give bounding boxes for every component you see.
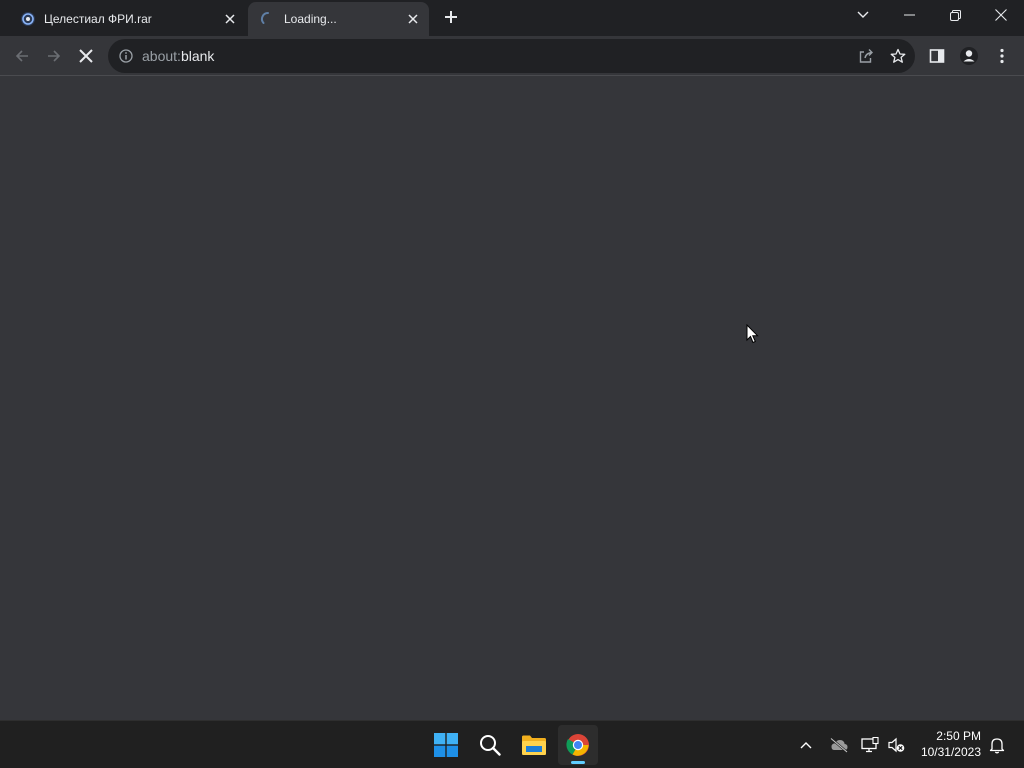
profile-icon (960, 47, 978, 65)
taskbar-clock[interactable]: 2:50 PM 10/31/2023 (921, 728, 981, 760)
address-url[interactable]: about:blank (142, 48, 214, 64)
page-content[interactable] (0, 76, 1024, 720)
volume-button[interactable] (884, 727, 908, 763)
share-icon (859, 49, 873, 63)
search-button[interactable] (470, 725, 510, 765)
volume-muted-icon (888, 737, 905, 753)
bell-icon (989, 738, 1005, 754)
share-button[interactable] (855, 45, 877, 67)
close-icon (995, 9, 1007, 21)
tab-title: Целестиал ФРИ.rar (44, 12, 152, 26)
chrome-icon (566, 734, 589, 756)
arrow-right-icon (48, 50, 61, 62)
mouse-cursor-icon (746, 324, 759, 344)
forward-button[interactable] (40, 42, 68, 70)
side-panel-icon (929, 49, 945, 63)
chevron-up-icon (800, 742, 812, 749)
show-hidden-icons-button[interactable] (794, 727, 818, 763)
close-icon (79, 49, 93, 63)
tab-close-icon[interactable] (403, 9, 423, 29)
tab-search-button[interactable] (852, 4, 874, 26)
onedrive-button[interactable] (826, 727, 852, 763)
star-icon (890, 48, 906, 63)
more-vertical-icon (1000, 48, 1004, 64)
browser-window: Целестиал ФРИ.rar Loading... about:blank (0, 0, 1024, 720)
profile-button[interactable] (955, 42, 983, 70)
loading-spinner-icon (260, 11, 276, 27)
restore-button[interactable] (932, 0, 978, 30)
close-window-button[interactable] (978, 0, 1024, 30)
file-explorer-icon (522, 735, 546, 755)
browser-toolbar: about:blank (0, 36, 1024, 76)
tab-strip: Целестиал ФРИ.rar Loading... (0, 0, 1024, 36)
tab-title: Loading... (284, 12, 337, 26)
new-tab-button[interactable] (440, 6, 462, 28)
active-app-indicator (571, 761, 585, 764)
chrome-taskbar-button[interactable] (558, 725, 598, 765)
back-button[interactable] (8, 42, 36, 70)
menu-button[interactable] (988, 42, 1016, 70)
tab-close-icon[interactable] (220, 9, 240, 29)
arrow-left-icon (15, 50, 28, 62)
search-icon (480, 735, 501, 756)
windows-start-icon (434, 733, 458, 757)
taskbar: 2:50 PM 10/31/2023 (0, 720, 1024, 768)
tab-loading[interactable]: Loading... (248, 2, 429, 36)
plus-icon (445, 11, 457, 23)
minimize-icon (903, 14, 915, 16)
address-bar[interactable]: about:blank (108, 39, 915, 73)
web-app-icon (20, 11, 36, 27)
notifications-button[interactable] (985, 727, 1009, 763)
minimize-button[interactable] (886, 0, 932, 30)
file-explorer-button[interactable] (514, 725, 554, 765)
side-panel-button[interactable] (923, 42, 951, 70)
window-controls (886, 0, 1024, 32)
stop-loading-button[interactable] (72, 42, 100, 70)
bookmark-button[interactable] (887, 45, 909, 67)
chevron-down-icon (857, 11, 869, 18)
info-icon[interactable] (118, 48, 134, 64)
restore-icon (949, 9, 961, 21)
start-button[interactable] (426, 725, 466, 765)
network-button[interactable] (858, 727, 882, 763)
url-scheme: about: (142, 48, 181, 64)
url-host: blank (180, 48, 215, 64)
clock-time: 2:50 PM (936, 729, 981, 743)
network-icon (861, 737, 879, 753)
clock-date: 10/31/2023 (920, 745, 981, 759)
tab-celestial[interactable]: Целестиал ФРИ.rar (8, 2, 246, 36)
cloud-offline-icon (830, 737, 848, 753)
